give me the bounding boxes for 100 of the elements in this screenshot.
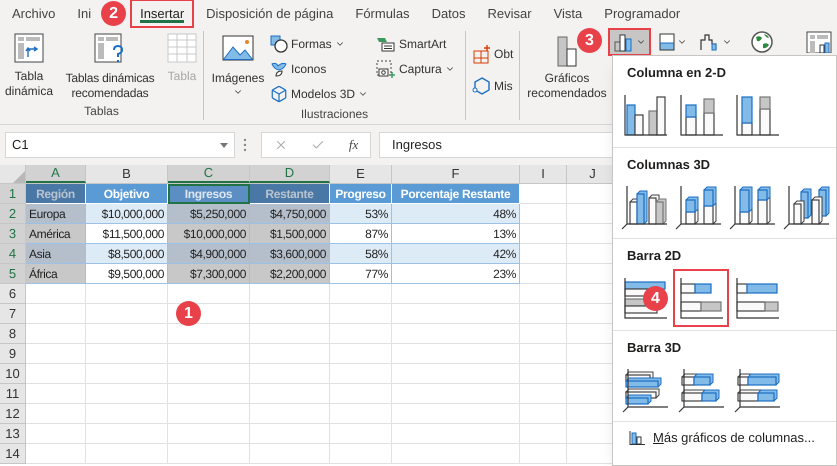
- row-header[interactable]: 10: [0, 364, 26, 384]
- table-cell: 77%: [330, 264, 392, 284]
- header-cell: Progreso: [330, 184, 392, 204]
- table-cell: $7,300,000: [168, 264, 250, 284]
- table-cell: Europa: [26, 204, 86, 224]
- row-header[interactable]: 8: [0, 324, 26, 344]
- column-header[interactable]: A: [26, 165, 86, 183]
- ribbon-tab[interactable]: Programador: [596, 1, 688, 26]
- column-header[interactable]: C: [168, 165, 250, 183]
- table-cell: África: [26, 264, 86, 284]
- table-cell: 58%: [330, 244, 392, 264]
- ribbon-tab[interactable]: Datos: [424, 1, 474, 26]
- section-title: Barra 2D: [626, 247, 682, 265]
- ribbon-tab[interactable]: Insertar: [132, 1, 192, 26]
- table-cell: $8,500,000: [86, 244, 168, 264]
- table-cell: $4,750,000: [250, 204, 330, 224]
- table-cell: $3,600,000: [250, 244, 330, 264]
- row-header[interactable]: 5: [0, 264, 26, 284]
- globe-icon: [750, 30, 774, 54]
- column-header[interactable]: F: [392, 165, 520, 183]
- table-cell: $10,000,000: [168, 224, 250, 244]
- more-charts-link[interactable]: Más gráficos de columnas...: [613, 422, 836, 454]
- empty-cell: [330, 284, 392, 304]
- table-cell: 48%: [392, 204, 520, 224]
- bird-icon: [270, 60, 288, 78]
- ribbon-button[interactable]: SmartArt: [376, 33, 455, 55]
- row-header[interactable]: 11: [0, 384, 26, 404]
- table-cell: $5,250,000: [168, 204, 250, 224]
- row-header[interactable]: 6: [0, 284, 26, 304]
- table-cell: $1,500,000: [250, 224, 330, 244]
- table-cell: 13%: [392, 224, 520, 244]
- add-grid-icon: [472, 44, 492, 64]
- ribbon-tab[interactable]: Vista: [546, 1, 590, 26]
- ribbon-tab[interactable]: Disposición de página: [198, 1, 342, 26]
- hexagon-icon: [472, 76, 492, 96]
- table-cell: 23%: [392, 264, 520, 284]
- ribbon-button[interactable]: Iconos: [270, 58, 372, 80]
- column-chart-icon: [629, 430, 645, 445]
- name-box[interactable]: C1: [5, 132, 235, 158]
- ribbon-button[interactable]: Mis: [472, 75, 519, 97]
- ribbon-tab[interactable]: Archivo: [4, 1, 64, 26]
- section-title: Barra 3D: [626, 338, 682, 356]
- table-cell: $11,500,000: [86, 224, 168, 244]
- empty-cell: [330, 344, 392, 364]
- dropdown-icon: [220, 142, 228, 148]
- ribbon-button[interactable]: Tabla dinámica: [3, 31, 55, 102]
- row-header[interactable]: 9: [0, 344, 26, 364]
- empty-cell: [330, 304, 392, 324]
- hierarchy-chart-icon: [658, 32, 676, 52]
- column-header[interactable]: I: [520, 165, 567, 183]
- pivot-table-help-icon: [94, 33, 126, 65]
- table-cell: $9,500,000: [86, 264, 168, 284]
- table-cell: América: [26, 224, 86, 244]
- smartart-icon: [376, 36, 396, 52]
- row-header[interactable]: 1: [0, 184, 26, 204]
- ribbon-button[interactable]: Captura: [376, 58, 455, 80]
- step-badge: 1: [176, 301, 201, 326]
- row-header[interactable]: 12: [0, 404, 26, 424]
- ribbon-button[interactable]: Tablas dinámicas recomendadas: [59, 31, 161, 102]
- row-header[interactable]: 2: [0, 204, 26, 224]
- empty-cell: [330, 324, 392, 344]
- group-label: Ilustraciones: [300, 106, 368, 123]
- empty-cell: [330, 364, 392, 384]
- shapes-icon: [270, 35, 288, 53]
- cube-icon: [270, 85, 288, 103]
- empty-cell: [330, 384, 392, 404]
- ribbon-button[interactable]: Formas: [270, 33, 372, 55]
- section-title: Columna en 2-D: [626, 64, 727, 82]
- table-cell: $2,200,000: [250, 264, 330, 284]
- ribbon-tab[interactable]: Ini: [69, 1, 100, 26]
- row-header[interactable]: 4: [0, 244, 26, 264]
- insert-function-button[interactable]: fx: [348, 135, 358, 155]
- row-header[interactable]: 7: [0, 304, 26, 324]
- ribbon-button[interactable]: Obt: [472, 43, 519, 65]
- row-header[interactable]: 13: [0, 424, 26, 444]
- empty-cell: [330, 444, 392, 464]
- ribbon-button[interactable]: Modelos 3D: [270, 83, 372, 105]
- row-header[interactable]: 3: [0, 224, 26, 244]
- images-button[interactable]: Imágenes: [210, 31, 266, 105]
- empty-cell: [330, 424, 392, 444]
- table-cell: $4,900,000: [168, 244, 250, 264]
- chart-type-button[interactable]: [610, 30, 649, 54]
- step-badge: 2: [101, 1, 126, 26]
- section-title: Columnas 3D: [626, 156, 712, 174]
- table-cell: 87%: [330, 224, 392, 244]
- ribbon-tab[interactable]: Revisar: [480, 1, 540, 26]
- header-cell: Restante: [250, 184, 330, 204]
- ribbon-tab[interactable]: Fórmulas: [347, 1, 418, 26]
- chart-option[interactable]: [675, 270, 727, 324]
- table-cell: 42%: [392, 244, 520, 264]
- pivot-chart-icon: [806, 31, 832, 53]
- row-header[interactable]: 14: [0, 444, 26, 464]
- header-cell: Objetivo: [86, 184, 168, 204]
- table-cell: Asia: [26, 244, 86, 264]
- group-label: Tablas: [84, 103, 119, 120]
- column-header[interactable]: E: [330, 165, 392, 183]
- table-icon: [167, 33, 197, 63]
- table-cell: 53%: [330, 204, 392, 224]
- empty-cell: [330, 404, 392, 424]
- column-header[interactable]: D: [250, 165, 330, 183]
